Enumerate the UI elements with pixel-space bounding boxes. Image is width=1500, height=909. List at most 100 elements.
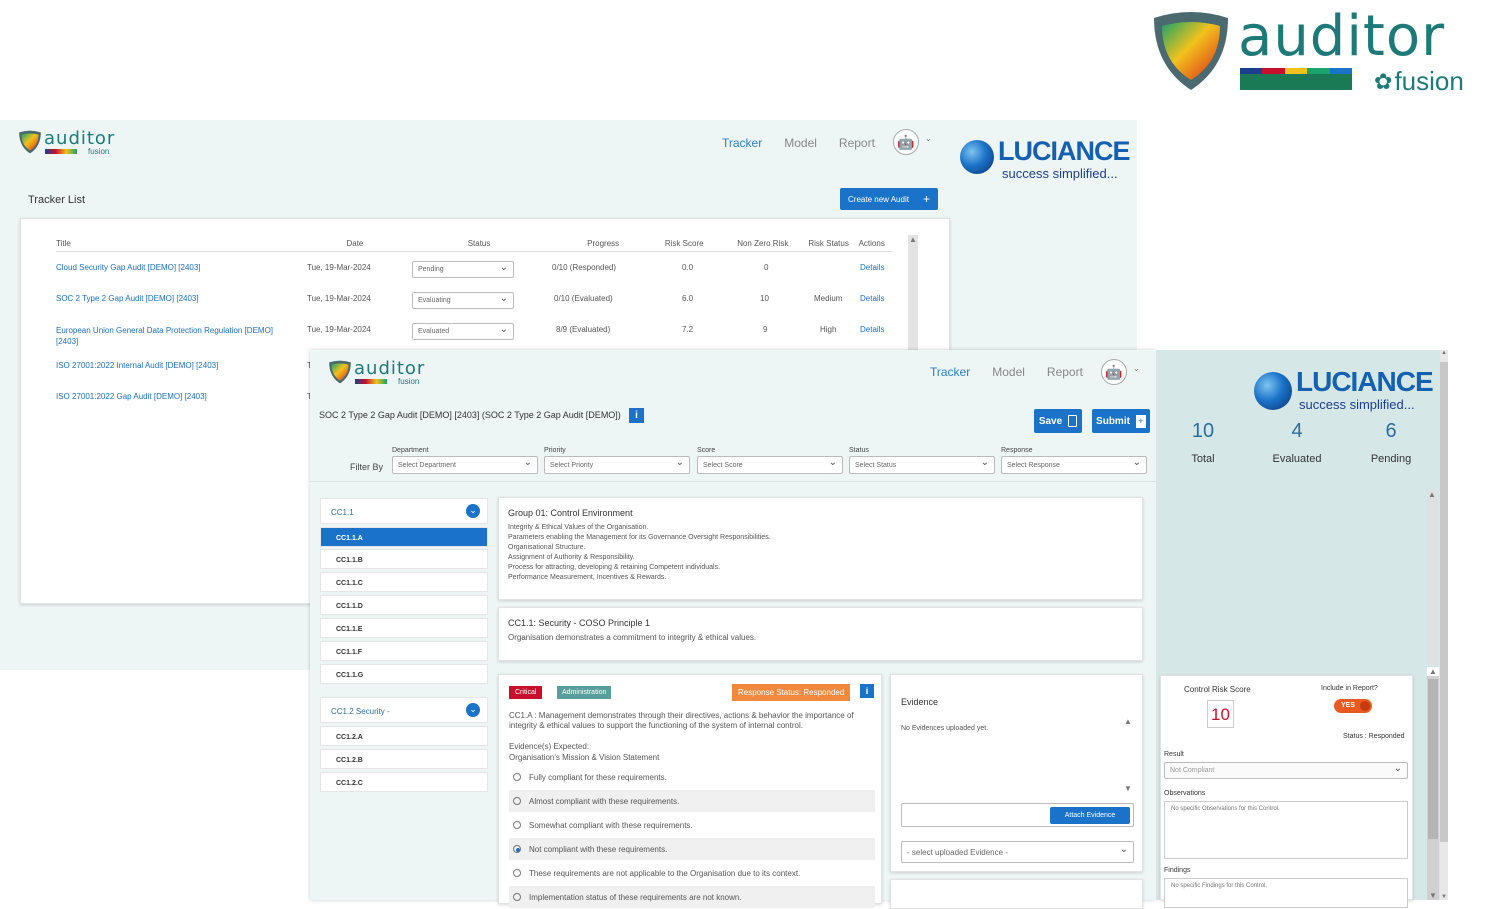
evidence-file-input[interactable]: Attach Evidence <box>901 803 1134 827</box>
scrollbar-thumb[interactable] <box>1440 362 1448 842</box>
tree-item-cc11b[interactable]: CC1.1.B <box>320 549 488 569</box>
evidence-scrollbar[interactable]: ▲ ▼ <box>1123 717 1133 799</box>
scroll-up-icon[interactable]: ▲ <box>1427 667 1439 676</box>
include-report-label: Include in Report? <box>1321 685 1378 692</box>
control-card: Control Risk Score 10 Include in Report?… <box>1160 675 1413 908</box>
tree-item-cc11d[interactable]: CC1.1.D <box>320 595 488 615</box>
response-select[interactable]: Select Response <box>1001 456 1147 474</box>
tree-item-cc11c[interactable]: CC1.1.C <box>320 572 488 592</box>
row-title-link[interactable]: European Union General Data Protection R… <box>56 325 276 347</box>
row-title-link[interactable]: ISO 27001:2022 Gap Audit [DEMO] [2403] <box>56 392 207 401</box>
nav-tracker[interactable]: Tracker <box>722 136 762 150</box>
option-label: Fully compliant for these requirements. <box>529 772 667 782</box>
department-select[interactable]: Select Department <box>392 456 538 474</box>
row-title-link[interactable]: ISO 27001:2022 Internal Audit [DEMO] [24… <box>56 361 218 370</box>
row-details-link[interactable]: Details <box>860 263 884 272</box>
row-details-link[interactable]: Details <box>860 325 884 334</box>
save-button[interactable]: Save <box>1034 409 1082 433</box>
shield-gradient-icon <box>19 130 41 154</box>
option-fully-compliant[interactable]: Fully compliant for these requirements. <box>509 766 875 788</box>
tree-item-cc11a[interactable]: CC1.1.A <box>320 527 488 547</box>
radio-icon <box>513 869 521 877</box>
row-status-select[interactable]: Evaluating <box>412 292 514 309</box>
row-title-link[interactable]: SOC 2 Type 2 Gap Audit [DEMO] [2403] <box>56 294 199 303</box>
nav-model[interactable]: Model <box>992 365 1025 379</box>
row-risk-status: High <box>820 325 837 334</box>
include-report-toggle[interactable]: YES <box>1334 699 1372 713</box>
chevron-down-circle-icon[interactable]: ⌄ <box>466 504 480 518</box>
option-not-applicable[interactable]: These requirements are not applicable to… <box>509 862 875 884</box>
nav-report[interactable]: Report <box>839 136 875 150</box>
create-audit-button[interactable]: Create new Audit + <box>840 188 938 210</box>
option-label: Implementation status of these requireme… <box>529 892 742 902</box>
uploaded-evidence-select[interactable]: - select uploaded Evidence - <box>901 841 1134 863</box>
row-title-link[interactable]: Cloud Security Gap Audit [DEMO] [2403] <box>56 263 201 272</box>
row-status-value: Pending <box>418 266 444 273</box>
col-non-zero-risk: Non Zero Risk <box>719 239 806 252</box>
info-icon[interactable]: i <box>629 408 644 423</box>
control-status: Status : Responded <box>1343 733 1405 740</box>
tree-item-cc12a[interactable]: CC1.2.A <box>320 726 488 746</box>
filter-by-label: Filter By <box>350 462 384 472</box>
brand-word-small: auditor <box>44 128 116 149</box>
option-not-compliant[interactable]: Not compliant with these requirements. <box>509 838 875 860</box>
tree-item-cc11f[interactable]: CC1.1.F <box>320 641 488 661</box>
priority-select[interactable]: Select Priority <box>544 456 690 474</box>
brand-word-large: auditor <box>1238 4 1446 69</box>
robot-avatar-icon[interactable]: 🤖 <box>1101 359 1127 385</box>
row-status-select[interactable]: Pending <box>412 261 514 278</box>
option-almost-compliant[interactable]: Almost compliant with these requirements… <box>509 790 875 812</box>
result-select[interactable]: Not Compliant <box>1164 762 1408 779</box>
tree-group-cc11[interactable]: CC1.1 ⌄ <box>320 498 488 524</box>
counter-pending: 6 Pending <box>1344 420 1438 465</box>
result-label: Result <box>1164 751 1184 758</box>
filter-priority: Priority Select Priority <box>544 447 690 474</box>
badge-department: Administration <box>557 686 612 699</box>
counter-value: 4 <box>1291 420 1303 442</box>
filter-label: Response <box>1001 447 1033 454</box>
tree-item-cc12b[interactable]: CC1.2.B <box>320 749 488 769</box>
chevron-down-icon[interactable]: ⌄ <box>925 134 932 143</box>
observations-textarea[interactable] <box>1164 801 1408 859</box>
principle-heading: CC1.1: Security - COSO Principle 1 <box>508 618 651 628</box>
window-scrollbar[interactable]: ▲ ▼ <box>1440 350 1448 900</box>
robot-avatar-icon[interactable]: 🤖 <box>893 129 919 155</box>
nav-report[interactable]: Report <box>1047 365 1083 379</box>
tree-item-cc12c[interactable]: CC1.2.C <box>320 772 488 792</box>
row-progress: 0/10 (Evaluated) <box>554 294 613 303</box>
table-scrollbar[interactable]: ▲ <box>908 235 918 353</box>
scroll-up-icon[interactable]: ▲ <box>908 235 918 245</box>
filter-response: Response Select Response <box>1001 447 1147 474</box>
scrollbar-thumb[interactable] <box>1428 679 1438 839</box>
nav-tracker[interactable]: Tracker <box>930 365 970 379</box>
attach-evidence-button[interactable]: Attach Evidence <box>1050 807 1130 824</box>
scroll-down-icon[interactable]: ▼ <box>1123 784 1133 793</box>
submit-button[interactable]: Submit + <box>1092 409 1150 433</box>
scroll-up-icon[interactable]: ▲ <box>1427 490 1437 499</box>
tree-item-cc11g[interactable]: CC1.1.G <box>320 664 488 684</box>
score-select[interactable]: Select Score <box>697 456 843 474</box>
group-line: Assignment of Authority & Responsibility… <box>508 554 635 561</box>
info-icon[interactable]: i <box>860 684 874 698</box>
tree-item-cc11e[interactable]: CC1.1.E <box>320 618 488 638</box>
status-select[interactable]: Select Status <box>849 456 995 474</box>
scroll-up-icon[interactable]: ▲ <box>1123 717 1133 726</box>
group-line: Process for attracting, developing & ret… <box>508 564 721 571</box>
findings-textarea[interactable] <box>1164 878 1408 908</box>
scroll-down-icon[interactable]: ▼ <box>1429 891 1437 900</box>
filter-value: Select Priority <box>550 461 594 469</box>
row-details-link[interactable]: Details <box>860 294 884 303</box>
chevron-down-circle-icon[interactable]: ⌄ <box>466 703 480 717</box>
scroll-up-icon[interactable]: ▲ <box>1440 350 1448 356</box>
option-somewhat-compliant[interactable]: Somewhat compliant with these requiremen… <box>509 814 875 836</box>
nav-model[interactable]: Model <box>784 136 817 150</box>
tree-group-cc12[interactable]: CC1.2 Security - ⌄ <box>320 697 488 723</box>
row-status-select[interactable]: Evaluated <box>412 323 514 340</box>
panel-scrollbar-lower[interactable]: ▲ ▼ <box>1427 667 1439 900</box>
scroll-down-icon[interactable]: ▼ <box>1441 894 1447 900</box>
panel-scrollbar-upper[interactable]: ▲ <box>1427 490 1437 665</box>
option-not-known[interactable]: Implementation status of these requireme… <box>509 886 875 908</box>
audit-nav: Tracker Model Report <box>908 365 1083 379</box>
chevron-down-icon[interactable]: ⌄ <box>1133 364 1140 373</box>
filter-value: Select Score <box>703 461 743 469</box>
